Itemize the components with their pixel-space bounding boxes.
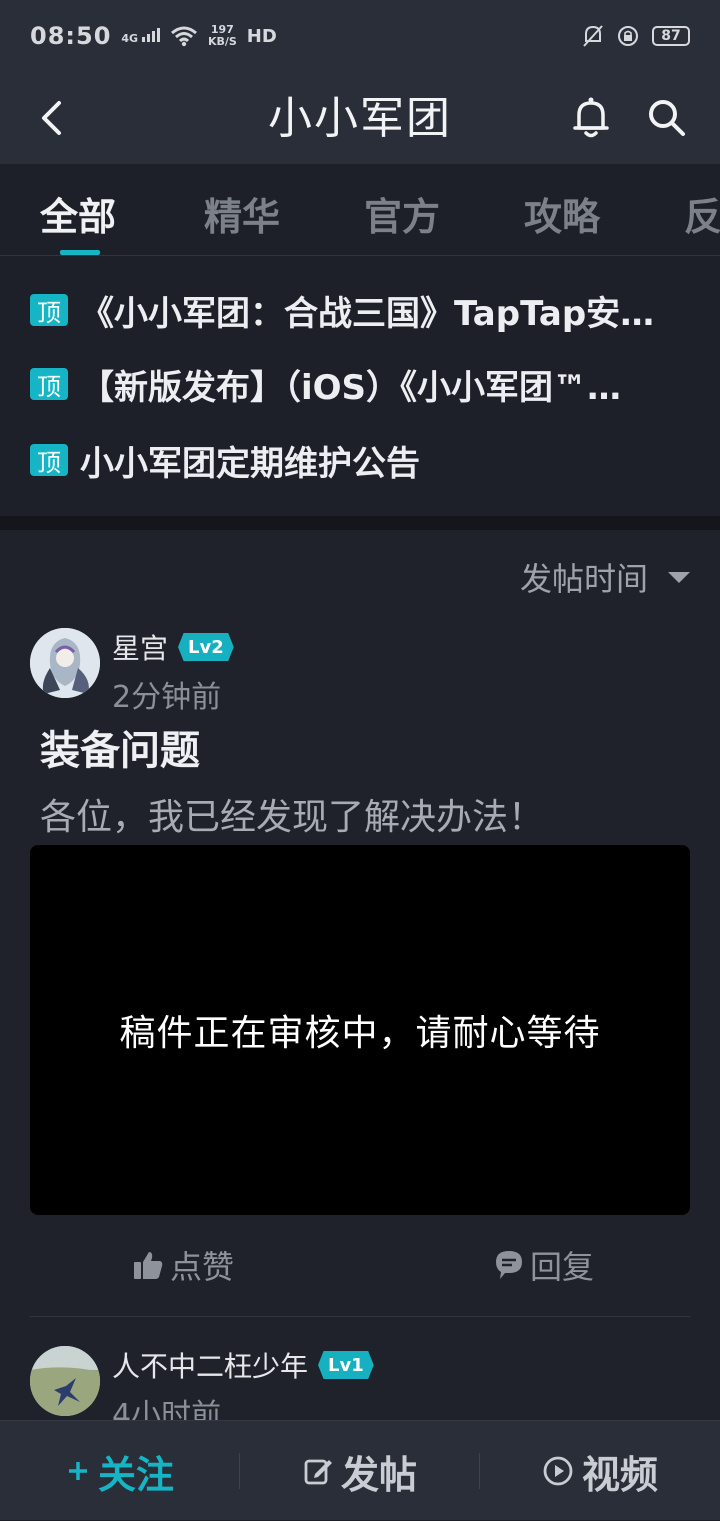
- sort-label: 发帖时间: [519, 560, 648, 598]
- post-media[interactable]: 稿件正在审核中，请耐心等待: [30, 845, 690, 1215]
- top-app-bar: 小小军团: [0, 72, 720, 164]
- active-tab-indicator: [60, 250, 100, 255]
- bell-icon: [573, 97, 609, 138]
- status-time: 08:50: [30, 22, 112, 50]
- wifi-icon: [170, 26, 197, 47]
- plus-icon: [68, 1462, 87, 1480]
- author-name-line: 人不中二枉少年 Lv1: [112, 1346, 374, 1384]
- avatar-image-icon: [30, 1346, 100, 1416]
- network-indicator: 4G: [121, 27, 160, 45]
- post-divider: [30, 1316, 690, 1317]
- tab-guides[interactable]: 攻略: [524, 186, 600, 241]
- pinned-post-title: 【新版发布】（iOS）《小小军团™…: [80, 367, 622, 408]
- author-info: 星宫 Lv2 2分钟前: [112, 628, 234, 716]
- tab-feedback[interactable]: 反: [684, 186, 720, 241]
- pinned-posts: 顶 《小小军团：合战三国》TapTap安… 顶 【新版发布】（iOS）《小小军团…: [0, 256, 720, 516]
- status-right: 87: [582, 24, 690, 48]
- sort-dropdown[interactable]: 发帖时间: [520, 554, 690, 600]
- new-post-button[interactable]: 发帖: [240, 1421, 480, 1521]
- hd-indicator: HD: [246, 25, 277, 47]
- thumbs-up-icon: [134, 1252, 163, 1279]
- post-title[interactable]: 装备问题: [40, 718, 200, 776]
- signal-icon: [141, 27, 160, 42]
- pinned-post[interactable]: 顶 《小小军团：合战三国》TapTap安…: [30, 280, 690, 340]
- follow-label: 关注: [97, 1452, 174, 1497]
- battery-indicator: 87: [652, 26, 690, 46]
- post-author[interactable]: 人不中二枉少年 Lv1 4小时前: [30, 1346, 374, 1420]
- media-review-notice: 稿件正在审核中，请耐心等待: [119, 1013, 601, 1054]
- bottom-action-bar: 关注 发帖 视频: [0, 1420, 720, 1520]
- tab-official[interactable]: 官方: [364, 186, 440, 241]
- rotation-lock-icon: [618, 26, 638, 46]
- author-info: 人不中二枉少年 Lv1 4小时前: [112, 1346, 374, 1420]
- search-icon: [649, 100, 685, 136]
- author-name[interactable]: 星宫: [112, 627, 168, 667]
- reply-button[interactable]: 回复: [494, 1242, 594, 1288]
- post-time: 4小时前: [112, 1398, 222, 1420]
- edit-icon: [304, 1459, 332, 1485]
- like-label: 点赞: [170, 1248, 235, 1286]
- category-tabs: 全部 精华 官方 攻略 反: [0, 164, 720, 256]
- author-name[interactable]: 人不中二枉少年: [112, 1345, 308, 1385]
- reply-label: 回复: [530, 1248, 595, 1286]
- pin-badge: 顶: [30, 294, 68, 327]
- follow-button[interactable]: 关注: [0, 1421, 240, 1521]
- network-type: 4G: [121, 31, 139, 45]
- avatar-image-icon: [30, 628, 100, 698]
- author-name-line: 星宫 Lv2: [112, 628, 234, 666]
- page-title: 小小军团: [268, 93, 452, 144]
- notifications-button[interactable]: [566, 90, 616, 146]
- bell-off-icon: [583, 25, 603, 47]
- video-button[interactable]: 视频: [480, 1421, 720, 1521]
- comment-icon: [496, 1251, 522, 1279]
- post-actions: 点赞 回复: [0, 1242, 720, 1292]
- net-speed-unit: KB/S: [207, 35, 237, 48]
- like-button[interactable]: 点赞: [132, 1242, 234, 1288]
- new-post-label: 发帖: [340, 1452, 417, 1497]
- level-badge: Lv2: [178, 633, 234, 661]
- tab-all[interactable]: 全部: [40, 186, 116, 241]
- video-label: 视频: [581, 1452, 658, 1497]
- tab-featured[interactable]: 精华: [204, 186, 280, 241]
- pinned-post[interactable]: 顶 【新版发布】（iOS）《小小军团™…: [30, 354, 690, 414]
- post-author[interactable]: 星宫 Lv2 2分钟前: [30, 628, 234, 716]
- section-divider: [0, 516, 720, 530]
- pinned-post[interactable]: 顶 小小军团定期维护公告: [30, 430, 690, 490]
- level-badge: Lv1: [318, 1351, 374, 1379]
- pin-badge: 顶: [30, 444, 68, 477]
- avatar[interactable]: [30, 1346, 100, 1416]
- back-arrow-icon: [42, 101, 61, 135]
- post-summary[interactable]: 各位，我已经发现了解决办法！: [40, 788, 544, 840]
- play-circle-icon: [543, 1456, 573, 1486]
- status-bar: 08:50 4G 197 KB/S HD 87: [0, 0, 720, 72]
- back-button[interactable]: [26, 92, 78, 144]
- post-time: 2分钟前: [112, 680, 222, 715]
- chevron-down-icon: [668, 571, 690, 583]
- search-button[interactable]: [640, 90, 694, 146]
- net-speed: 197 KB/S: [208, 24, 237, 48]
- pinned-post-title: 《小小军团：合战三国》TapTap安…: [80, 293, 655, 334]
- avatar[interactable]: [30, 628, 100, 698]
- pinned-post-title: 小小军团定期维护公告: [80, 443, 420, 484]
- post-feed: 发帖时间 星宫 Lv2 2分钟前 装备问题 各位，我已经发现了解决办法！ 稿件正…: [0, 530, 720, 1420]
- pin-badge: 顶: [30, 368, 68, 401]
- status-left: 08:50 4G 197 KB/S HD: [30, 22, 277, 50]
